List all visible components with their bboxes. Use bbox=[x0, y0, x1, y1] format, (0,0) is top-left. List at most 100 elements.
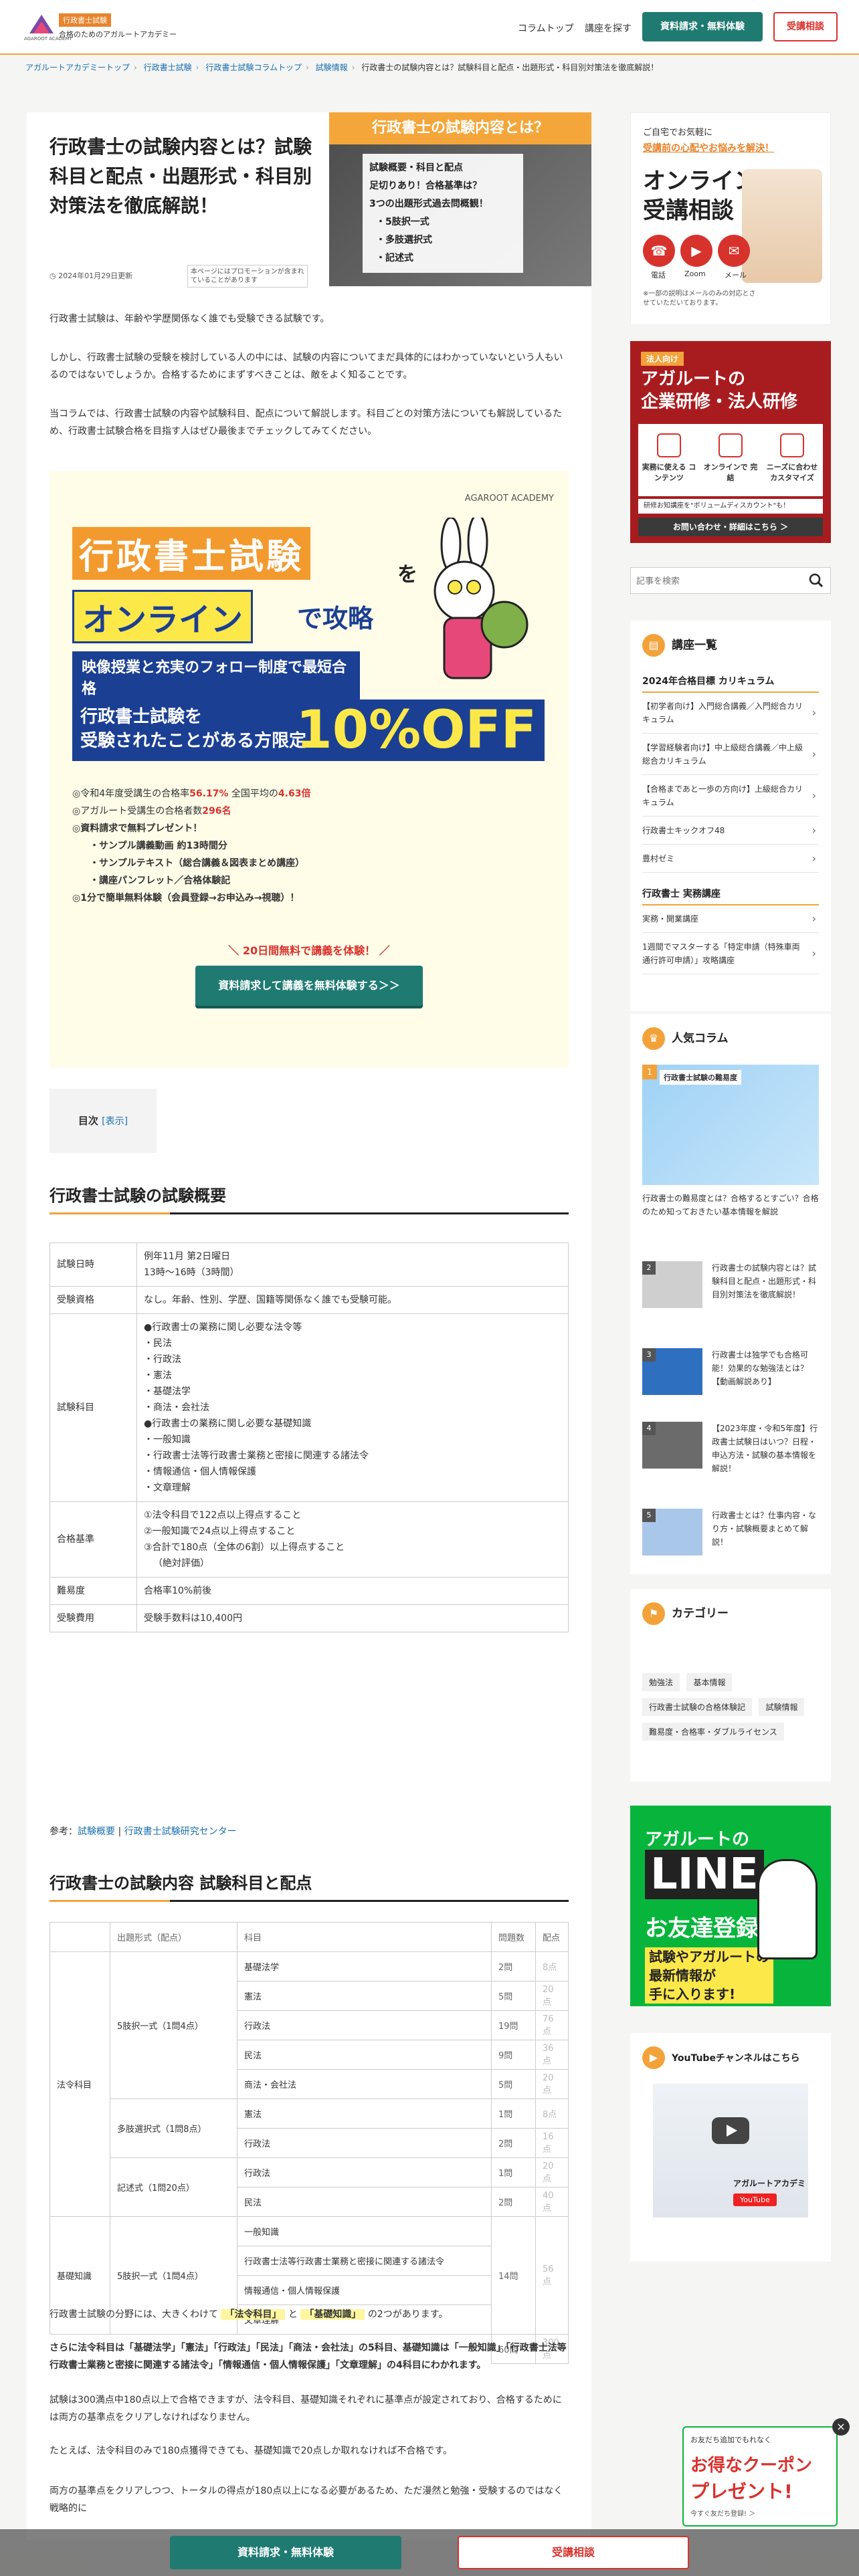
category-tag[interactable]: 行政書士試験の合格体験記 bbox=[642, 1698, 753, 1716]
phone-icon: ☎ bbox=[643, 235, 675, 267]
brand-subtitle: 合格のためのアガルートアカデミー bbox=[59, 30, 177, 39]
rank-badge: 2 bbox=[642, 1261, 656, 1275]
popular-top-thumbnail[interactable]: 1 行政書士試験の難易度 bbox=[642, 1065, 819, 1185]
course-list-widget: ▤ 講座一覧 2024年合格目標 カリキュラム 【初学者向け】入門総合講義／入門総… bbox=[630, 621, 831, 1011]
intro-paragraph: 行政書士試験は、年齢や学歴関係なく誰でも受験できる試験です。 bbox=[50, 314, 330, 324]
popular-column-link[interactable]: 行政書士の難易度とは？合格するとすごい？合格のため知っておきたい基本情報を解説 bbox=[642, 1192, 819, 1218]
hero-list: 試験概要・科目と配点 足切りあり！合格基準は？ 3つの出題形式過去問概観！ ・5… bbox=[363, 154, 523, 273]
video-icon: ▶ bbox=[680, 235, 712, 267]
mascot-rabbit-illustration bbox=[757, 1859, 818, 1959]
rank-badge: 4 bbox=[642, 1422, 656, 1435]
breadcrumb-exam[interactable]: 行政書士試験 bbox=[144, 63, 192, 72]
hero-image: 行政書士の試験内容とは？ 試験概要・科目と配点 足切りあり！合格基準は？ 3つの… bbox=[329, 112, 591, 286]
breadcrumb-home[interactable]: アガルートアカデミートップ bbox=[25, 63, 130, 72]
ad-fact: ◎アガルート受講生の合格者数296名 bbox=[72, 806, 231, 817]
play-icon[interactable] bbox=[712, 2117, 749, 2144]
ad-discount-text: 行政書士試験を 受験されたことがある方限定 bbox=[80, 707, 307, 751]
ad-facts: ◎令和4年度受講生の合格率56.17% 全国平均の4.63倍 ◎アガルート受講生… bbox=[72, 785, 310, 907]
article-card: 行政書士の試験内容とは？試験科目と配点・出題形式・科目別対策法を徹底解説！ 行政… bbox=[27, 112, 591, 2540]
youtube-thumbnail[interactable]: アガルートアカデミー YouTube bbox=[653, 2084, 808, 2218]
ad-cta-note: ＼ 20日間無料で講義を体験！ ／ bbox=[228, 944, 390, 957]
table-header-cell: 試験科目 bbox=[50, 1313, 137, 1502]
free-trial-button[interactable]: 資料請求して講義を無料体験する＞＞ bbox=[195, 966, 423, 1006]
breadcrumb-exam-info[interactable]: 試験情報 bbox=[316, 63, 348, 72]
corp-contact-button[interactable]: お問い合わせ・詳細はこちら ＞ bbox=[638, 518, 823, 536]
coupon-lead: お友だち追加でもれなく bbox=[690, 2436, 771, 2444]
ad-gift: ・サンプル講義動画 約13時間分 bbox=[90, 841, 227, 851]
table-header-cell: 出題形式（配点） bbox=[110, 1922, 237, 1952]
ad-gift-heading: ◎資料請求で無料プレゼント！ bbox=[72, 823, 203, 834]
course-link[interactable]: 1週間でマスターする「特定申請（特殊車両通行許可申請）」攻略講座 bbox=[642, 934, 819, 974]
table-header-cell: 受験費用 bbox=[50, 1604, 137, 1632]
ad-fact: ◎令和4年度受講生の合格率56.17% 全国平均の4.63倍 bbox=[72, 788, 311, 799]
ad-gift: ・講座パンフレット／合格体験記 bbox=[90, 875, 231, 886]
category-widget: ⚑ カテゴリー 勉強法 基本情報 行政書士試験の合格体験記 試験情報 難易度・合格… bbox=[630, 1589, 831, 1782]
course-ad-banner[interactable]: AGAROOT ACADEMY 行政書士試験 を オンライン で攻略 映像授業と… bbox=[50, 471, 569, 1067]
reference-link-overview[interactable]: 試験概要 bbox=[78, 1826, 115, 1837]
reference-link-center[interactable]: 行政書士試験研究センター bbox=[124, 1826, 237, 1837]
corporate-training-banner[interactable]: 法人向け アガルートの 企業研修・法人研修 実務に使える コンテンツ オンラインで… bbox=[630, 341, 831, 543]
table-format-cell: 記述式（1問20点） bbox=[110, 2157, 237, 2217]
flag-icon: ⚑ bbox=[642, 1602, 665, 1625]
ad-logo: AGAROOT ACADEMY bbox=[464, 494, 554, 504]
corp-features: 実務に使える コンテンツ オンラインで 完結 ニーズに合わせ カスタマイズ bbox=[638, 424, 823, 496]
course-link[interactable]: 【合格まであと一歩の方向け】上級総合カリキュラム bbox=[642, 776, 819, 817]
course-link[interactable]: 実務・開業講座 bbox=[642, 905, 819, 933]
hero-banner: 行政書士の試験内容とは？ bbox=[329, 112, 591, 144]
icon-label: メール bbox=[725, 271, 747, 280]
subjects-table: 出題形式（配点） 科目 問題数 配点 法令科目 5肢択一式（1問4点） 基礎法学… bbox=[50, 1922, 569, 2364]
table-row: 受験資格 なし。年齢、性別、学歴、国籍等関係なく誰でも受験可能。 bbox=[50, 1286, 569, 1314]
ad-gift: ・サンプルテキスト（総合講義＆図表まとめ講座） bbox=[90, 858, 305, 869]
site-logo[interactable]: AGAROOT ACADEMY bbox=[24, 12, 72, 43]
article-search bbox=[630, 567, 831, 594]
nav-find-course[interactable]: 講座を探す bbox=[585, 21, 632, 35]
hero-item: ・記述式 bbox=[376, 253, 413, 263]
sticky-brochure-button[interactable]: 資料請求・無料体験 bbox=[170, 2536, 401, 2569]
header-brochure-button[interactable]: 資料請求・無料体験 bbox=[642, 12, 763, 41]
online-consult-banner[interactable]: ご自宅でお気軽に 受講前の心配やお悩みを解決！ オンライン 受講相談 ☎ ▶ ✉ … bbox=[630, 112, 831, 325]
nav-column-top[interactable]: コラムトップ bbox=[518, 21, 574, 35]
widget-heading: ♛ 人気コラム bbox=[642, 1027, 729, 1050]
popular-item[interactable]: 4 【2023年度・令和5年度】行政書士試験日はいつ？日程・申込方法・試験の基本情… bbox=[642, 1422, 819, 1482]
category-tag[interactable]: 基本情報 bbox=[686, 1673, 733, 1691]
category-tag[interactable]: 勉強法 bbox=[642, 1673, 680, 1691]
search-icon[interactable] bbox=[809, 573, 824, 588]
table-cell: 例年11月 第2日曜日 13時〜16時（3時間） bbox=[136, 1243, 569, 1287]
sticky-cta-bar: 資料請求・無料体験 受講相談 bbox=[0, 2529, 859, 2576]
breadcrumb-column-top[interactable]: 行政書士試験コラムトップ bbox=[205, 63, 302, 72]
category-tag[interactable]: 試験情報 bbox=[759, 1698, 805, 1716]
hero-item: 足切りあり！合格基準は？ bbox=[369, 181, 482, 191]
table-header-cell: 配点 bbox=[535, 1922, 569, 1952]
rank-badge: 3 bbox=[642, 1348, 656, 1362]
header-consult-button[interactable]: 受講相談 bbox=[773, 12, 838, 41]
table-cell: 受験手数料は10,400円 bbox=[136, 1604, 569, 1632]
line-coupon-popup[interactable]: お友だち追加でもれなく お得なクーポン プレゼント! 今すぐ友だち登録! ＞ bbox=[682, 2426, 838, 2527]
course-link[interactable]: 【学習経験者向け】中上級総合講義／中上級総合カリキュラム bbox=[642, 734, 819, 775]
popular-item[interactable]: 2 行政書士の試験内容とは？試験科目と配点・出題形式・科目別対策法を徹底解説！ bbox=[642, 1261, 819, 1321]
close-icon[interactable]: × bbox=[832, 2418, 850, 2436]
table-row: 記述式（1問20点） 行政法 1問 20点 bbox=[50, 2157, 569, 2217]
line-banner-desc: 試験やアガルートの 最新情報が 手に入ります! bbox=[645, 1947, 773, 2004]
youtube-subscribe[interactable]: YouTube bbox=[733, 2193, 777, 2206]
content-icon bbox=[657, 433, 681, 457]
body-paragraph: 試験は300満点中180点以上で合格できますが、法令科目、基礎知識それぞれに基準… bbox=[50, 2395, 562, 2423]
consult-title: オンライン 受講相談 bbox=[643, 168, 757, 224]
table-row: 難易度 合格率10%前後 bbox=[50, 1577, 569, 1605]
coupon-cta: 今すぐ友だち登録! ＞ bbox=[690, 2510, 756, 2518]
toc-toggle[interactable]: [表示] bbox=[102, 1116, 128, 1127]
body-paragraph: 行政書士試験の分野には、大きくわけて 「法令科目」 と 「基礎知識」 の2つがあ… bbox=[50, 2309, 448, 2320]
table-row: 試験科目 ●行政書士の業務に関し必要な法令等 ・民法 ・行政法 ・憲法 ・基礎法学 ・商法… bbox=[50, 1313, 569, 1502]
toc-label: 目次 bbox=[78, 1115, 98, 1127]
brand-box[interactable]: 行政書士試験 合格のためのアガルートアカデミー bbox=[59, 13, 177, 39]
search-input[interactable] bbox=[636, 573, 797, 589]
reference-links: 参考：試験概要 | 行政書士試験研究センター bbox=[50, 1826, 237, 1837]
category-tag[interactable]: 難易度・合格率・ダブルライセンス bbox=[642, 1723, 784, 1741]
course-link[interactable]: 豊村ゼミ bbox=[642, 845, 819, 873]
sticky-consult-button[interactable]: 受講相談 bbox=[458, 2536, 689, 2569]
popular-item[interactable]: 5 行政書士とは？仕事内容・なり方・試験概要まとめて解説！ bbox=[642, 1509, 819, 1569]
course-link[interactable]: 【初学者向け】入門総合講義／入門総合カリキュラム bbox=[642, 693, 819, 734]
course-link[interactable]: 行政書士キックオフ48 bbox=[642, 817, 819, 845]
line-friend-banner[interactable]: アガルートの LINE お友達登録 試験やアガルートの 最新情報が 手に入ります! bbox=[630, 1806, 831, 2006]
popular-item[interactable]: 3 行政書士は独学でも合格可能！効果的な勉強法とは？【動画解説あり】 bbox=[642, 1348, 819, 1408]
youtube-widget: ▶YouTubeチャンネルはこちら アガルートアカデミー YouTube bbox=[630, 2033, 831, 2262]
